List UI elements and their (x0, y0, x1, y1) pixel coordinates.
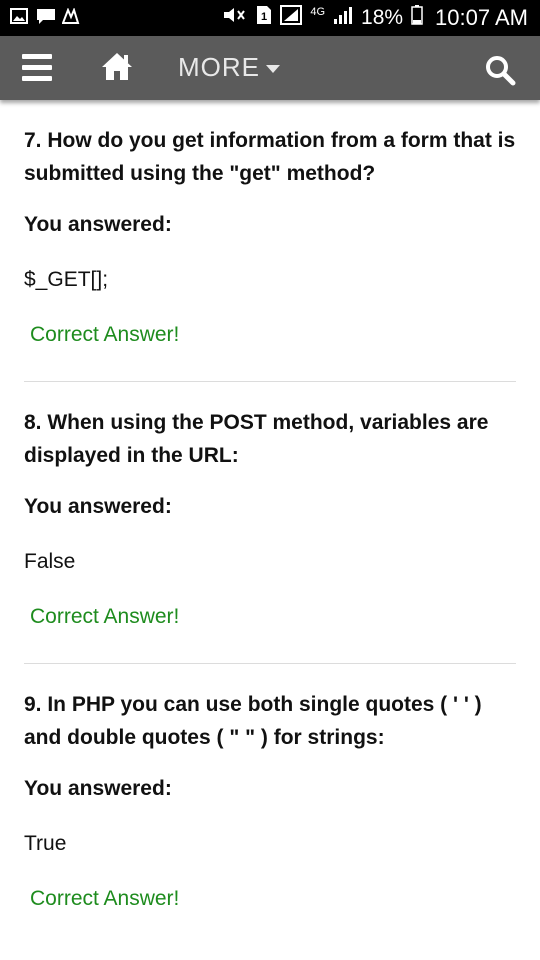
user-answer: True (24, 832, 67, 855)
image-icon (10, 8, 28, 24)
signal-icon (280, 5, 303, 31)
caret-down-icon (266, 64, 280, 73)
signal-bars-icon (333, 5, 353, 31)
status-right: 1 4G 18% 10:07 AM (222, 5, 528, 31)
app-icon (61, 7, 80, 24)
user-answer: $_GET[]; (24, 268, 109, 291)
mute-icon (222, 5, 248, 31)
result-status: Correct Answer! (30, 605, 180, 628)
battery-icon (411, 5, 423, 31)
result-status: Correct Answer! (30, 887, 180, 910)
question-block: 9. In PHP you can use both single quotes… (24, 664, 516, 914)
network-4g-icon: 4G (310, 5, 326, 18)
more-menu-button[interactable]: MORE (178, 52, 280, 83)
result-status: Correct Answer! (30, 323, 180, 346)
question-title: 7. How do you get information from a for… (24, 129, 516, 185)
top-navbar: MORE (0, 36, 540, 100)
home-icon[interactable] (100, 50, 134, 84)
answered-label: You answered: (24, 213, 172, 236)
answered-label: You answered: (24, 495, 172, 518)
status-left-icons (10, 7, 80, 24)
status-bar: 1 4G 18% 10:07 AM (0, 0, 540, 36)
question-title: 8. When using the POST method, variables… (24, 411, 489, 467)
question-block: 8. When using the POST method, variables… (24, 382, 516, 664)
search-icon[interactable] (484, 54, 516, 86)
clock: 10:07 AM (435, 5, 528, 30)
battery-percent: 18% (361, 6, 404, 29)
chat-icon (36, 8, 55, 24)
svg-text:1: 1 (261, 11, 267, 23)
question-block: 7. How do you get information from a for… (24, 100, 516, 382)
menu-icon[interactable] (22, 52, 54, 84)
answered-label: You answered: (24, 777, 172, 800)
question-title: 9. In PHP you can use both single quotes… (24, 693, 482, 749)
user-answer: False (24, 550, 76, 573)
more-label: MORE (178, 52, 260, 82)
sim-icon: 1 (256, 5, 272, 31)
quiz-results: 7. How do you get information from a for… (24, 100, 516, 914)
